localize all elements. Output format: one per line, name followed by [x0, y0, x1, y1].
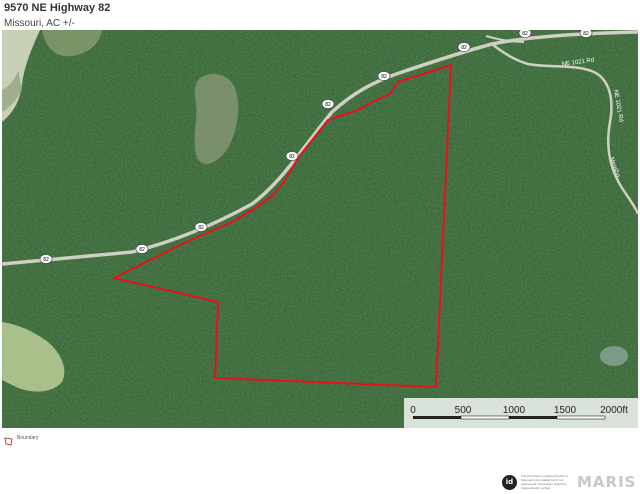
canopy-texture	[2, 30, 638, 428]
svg-text:82: 82	[139, 247, 145, 253]
maris-logo: MARIS	[577, 473, 637, 491]
listing-title: 9570 NE Highway 82	[4, 2, 111, 14]
road-shield: 82	[377, 71, 391, 81]
svg-text:82: 82	[583, 31, 589, 37]
scale-tick: 1500	[554, 405, 577, 416]
svg-text:82: 82	[198, 225, 204, 231]
road-shield: 82	[135, 244, 149, 254]
svg-text:82: 82	[461, 45, 467, 51]
scale-bar: 0 500 1000 1500 2000ft	[404, 398, 638, 428]
svg-text:82: 82	[289, 154, 295, 160]
legend-label: Boundary	[17, 434, 39, 441]
id-logo-icon: id	[502, 474, 517, 490]
road-shield: 82	[194, 222, 208, 232]
svg-text:82: 82	[522, 31, 528, 37]
pond	[600, 346, 628, 366]
svg-text:82: 82	[381, 74, 387, 80]
road-shield: 82	[39, 254, 53, 264]
scale-tick: 2000ft	[600, 405, 628, 416]
title-block: 9570 NE Highway 82 Missouri, AC +/-	[4, 2, 110, 30]
scale-tick: 0	[410, 405, 416, 416]
legend: Boundary	[4, 433, 39, 446]
svg-text:82: 82	[325, 102, 331, 108]
scale-tick: 500	[455, 405, 472, 416]
aerial-map[interactable]: 82 82 82 82 82 82 82 82 82 NE 1021 Rd NE…	[2, 30, 638, 428]
disclaimer-text: The information contained herein is beli…	[521, 474, 568, 490]
road-shield: 82	[518, 30, 532, 38]
road-shield: 82	[321, 99, 335, 109]
svg-text:82: 82	[43, 257, 49, 263]
listing-subtitle: Missouri, AC +/-	[4, 18, 75, 29]
road-shield: 82	[457, 42, 471, 52]
road-shield: 82	[579, 30, 593, 38]
scale-tick: 1000	[503, 405, 526, 416]
road-shield: 82	[285, 151, 299, 161]
footer-brand: id The information contained herein is b…	[502, 472, 638, 492]
map-canvas: 82 82 82 82 82 82 82 82 82 NE 1021 Rd NE…	[2, 30, 638, 428]
boundary-legend-icon	[4, 433, 13, 446]
